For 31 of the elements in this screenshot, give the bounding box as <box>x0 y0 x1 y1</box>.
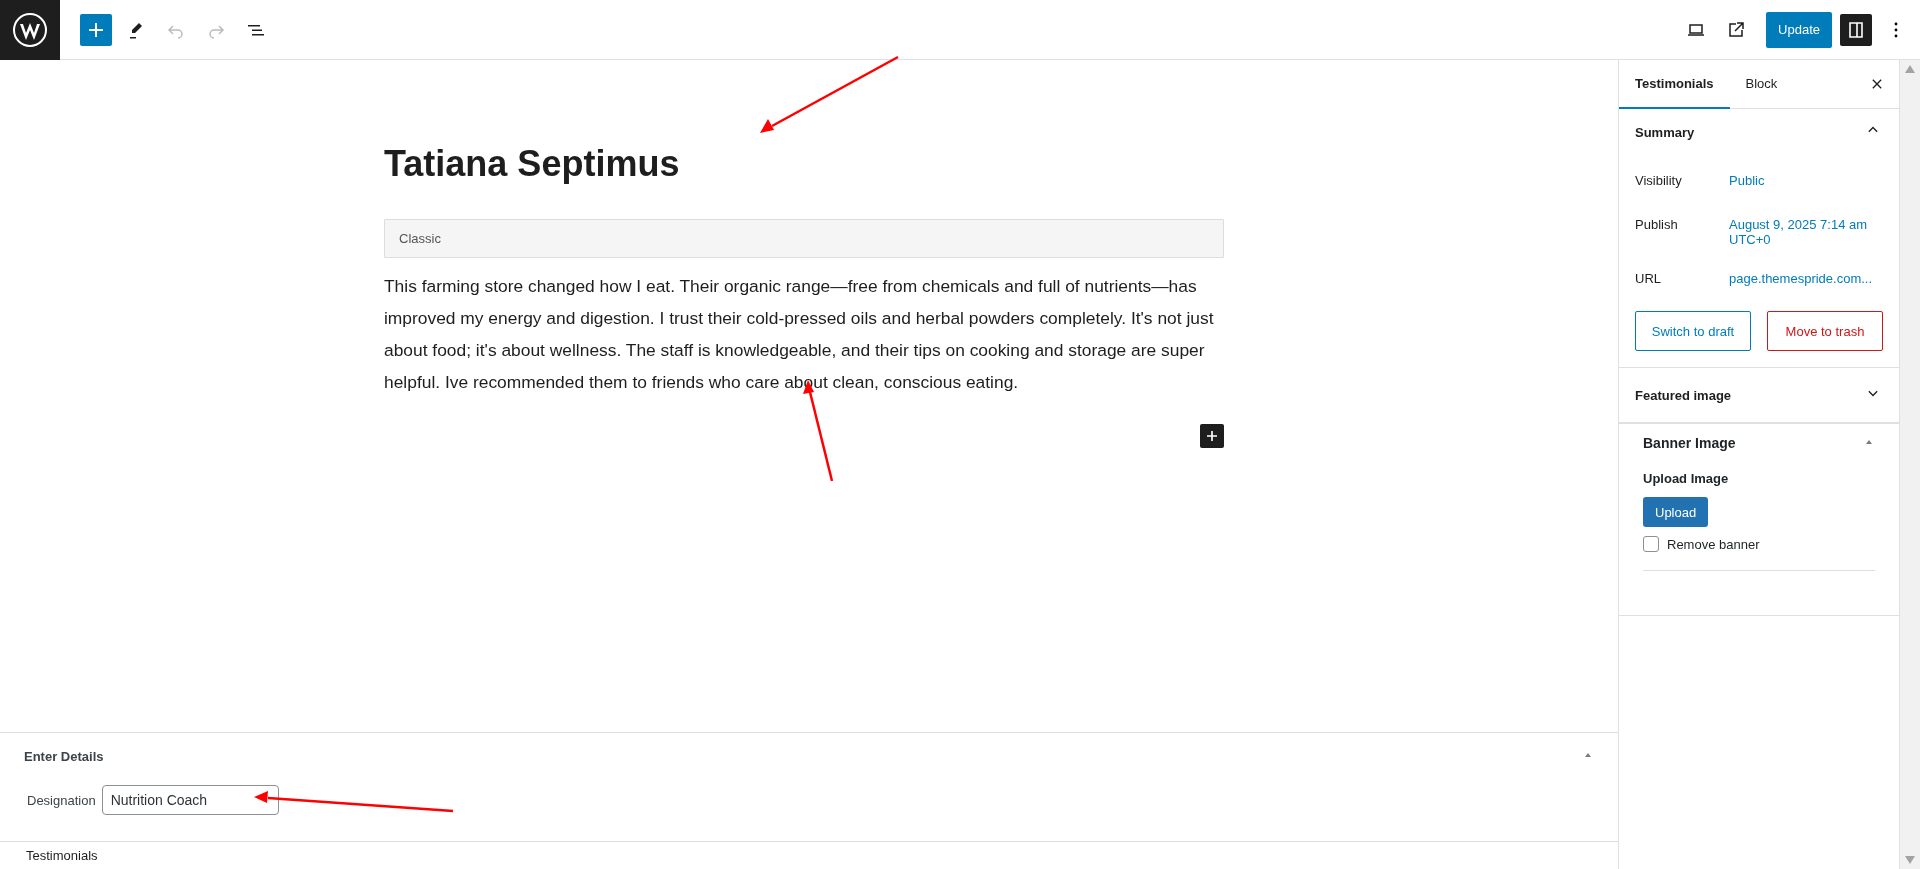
designation-field[interactable]: Nutrition Coach <box>101 785 279 815</box>
add-block-button[interactable] <box>1200 424 1224 449</box>
testimonial-paragraph[interactable]: This farming store changed how I eat. Their organic range—free from chemicals and full of nutrients—has improved my energy and digestion. I trust their cold-pressed oils and herbal powders completely. It's not just about food; it's about wellness. The staff is knowledgeable, and their tips on cooking and storage are super helpful. Ive recommended them to friends who care about clean, conscious eating. <box>384 270 1224 399</box>
summary-label: Publish <box>1635 217 1679 234</box>
checkbox-label: Remove banner <box>1667 536 1760 552</box>
settings-button[interactable] <box>1840 13 1872 46</box>
classic-block-bar[interactable]: Classic <box>384 219 1224 259</box>
wordpress-logo[interactable] <box>0 0 60 60</box>
w-circle-icon <box>12 11 48 48</box>
post-title[interactable]: Tatiana Septimus <box>384 142 1224 186</box>
panel-title[interactable]: Featured image <box>1635 387 1732 403</box>
field-label: Designation <box>27 792 96 808</box>
inserter-button[interactable] <box>80 13 112 46</box>
panel-title[interactable]: Summary <box>1635 124 1695 140</box>
more-icon <box>1894 21 1898 38</box>
summary-link[interactable]: Public <box>1729 173 1879 193</box>
sidebar-tab[interactable]: Testimonials <box>1619 60 1730 109</box>
metabox-title: Enter Details <box>24 748 104 764</box>
update-button[interactable]: Update <box>1766 11 1832 48</box>
summary-link[interactable]: August 9, 2025 7:14 am UTC+0 <box>1729 217 1879 247</box>
upload-button[interactable]: Upload <box>1643 497 1709 527</box>
upload-label: Upload Image <box>1643 471 1730 486</box>
breadcrumb[interactable]: Testimonials <box>26 848 98 863</box>
summary-link[interactable]: page.themespride.com... <box>1729 271 1879 291</box>
metabox-title: Banner Image <box>1643 435 1736 451</box>
summary-label: Visibility <box>1635 173 1683 190</box>
summary-label: URL <box>1635 271 1662 288</box>
trash-button[interactable]: Move to trash <box>1767 311 1883 351</box>
sidebar-tab[interactable]: Block <box>1729 60 1794 109</box>
checkbox[interactable] <box>1643 536 1659 552</box>
draft-button[interactable]: Switch to draft <box>1635 311 1751 351</box>
